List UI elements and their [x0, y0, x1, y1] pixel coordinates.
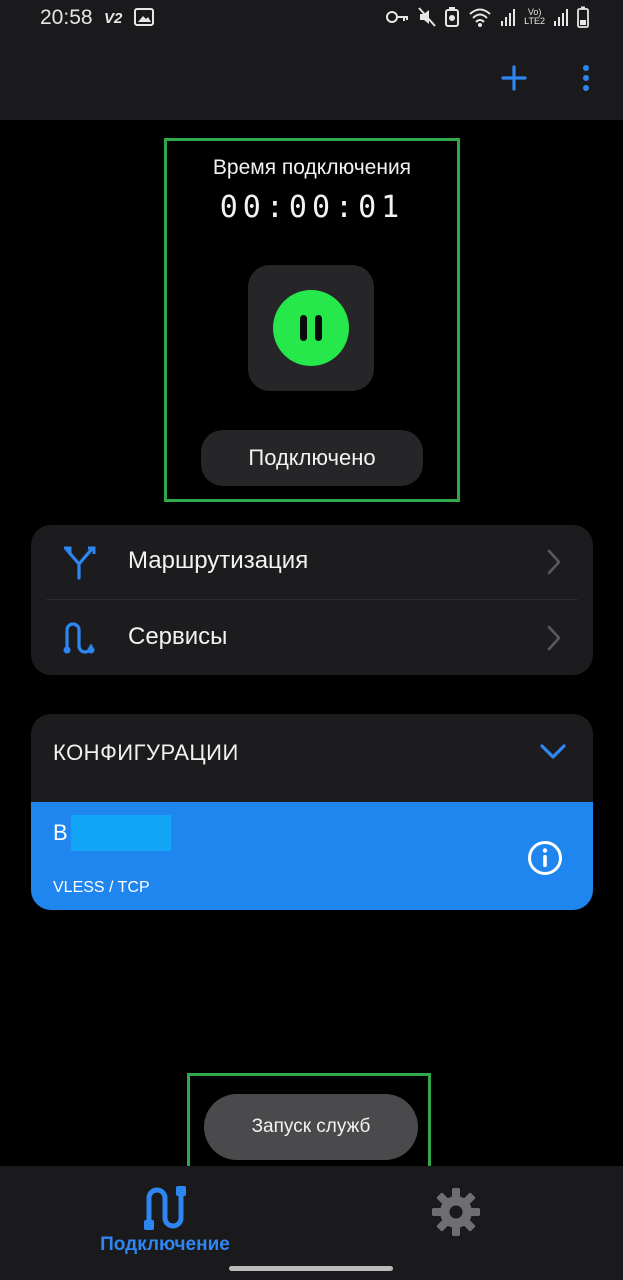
gear-icon: [432, 1188, 480, 1236]
recycle-icon: [444, 7, 460, 27]
nav-tab-connection-label: Подключение: [100, 1234, 230, 1255]
pause-icon: [300, 315, 322, 341]
mute-icon: [418, 7, 436, 27]
connection-timer: 00:00:01: [219, 190, 405, 225]
image-notification-icon: [134, 8, 154, 31]
top-app-bar: [0, 38, 623, 120]
app-badge: V2: [104, 10, 123, 27]
signal-2-icon: [553, 7, 569, 27]
configurations-card: КОНФИГУРАЦИИ B VLESS / TCP: [31, 714, 593, 910]
vpn-key-icon: [386, 9, 410, 25]
home-indicator[interactable]: [229, 1266, 393, 1271]
status-time: 20:58: [40, 6, 93, 29]
toast-message: Запуск служб: [204, 1094, 418, 1160]
add-config-button[interactable]: [498, 62, 530, 94]
nav-tab-settings[interactable]: [426, 1182, 486, 1242]
plus-icon: [501, 65, 527, 91]
status-bar: 20:58 V2 Vo) LTE2: [0, 0, 623, 38]
redacted-config-name: [71, 815, 171, 851]
connect-toggle-container: [248, 265, 374, 391]
configurations-title: КОНФИГУРАЦИИ: [53, 740, 239, 765]
config-protocol: VLESS / TCP: [53, 879, 150, 896]
signal-icon: [500, 7, 516, 27]
config-info-button[interactable]: [527, 840, 563, 876]
status-icons: Vo) LTE2: [386, 6, 589, 28]
configurations-collapse-button[interactable]: [539, 742, 567, 762]
menu-item-routing[interactable]: Маршрутизация: [31, 525, 593, 599]
connect-toggle-button[interactable]: [273, 290, 349, 366]
wifi-icon: [468, 7, 492, 27]
bottom-navigation: Подключение: [0, 1166, 623, 1280]
app-screen: 20:58 V2 Vo) LTE2 Время подключения 00:0…: [0, 0, 623, 1280]
network-label-bottom: LTE2: [524, 16, 545, 26]
services-icon: [63, 622, 95, 654]
connection-status-badge: Подключено: [201, 430, 423, 486]
menu-item-services[interactable]: Сервисы: [31, 601, 593, 675]
network-type: Vo) LTE2: [524, 8, 545, 26]
routing-icon: [64, 546, 96, 580]
nav-tab-connection[interactable]: Подключение: [70, 1174, 260, 1264]
more-vertical-icon: [583, 65, 589, 91]
connection-time-title: Время подключения: [212, 156, 412, 179]
menu-item-label: Сервисы: [128, 623, 228, 650]
info-icon: [528, 841, 562, 875]
menu-item-label: Маршрутизация: [128, 547, 309, 574]
config-name: B: [53, 820, 68, 845]
connection-tab-icon: [144, 1186, 186, 1230]
chevron-right-icon: [547, 625, 561, 651]
battery-icon: [577, 6, 589, 28]
config-item-selected[interactable]: B VLESS / TCP: [31, 802, 593, 910]
more-options-button[interactable]: [576, 62, 596, 94]
menu-divider: [46, 599, 578, 600]
features-card: Маршрутизация Сервисы: [31, 525, 593, 675]
chevron-right-icon: [547, 549, 561, 575]
chevron-down-icon: [540, 744, 566, 759]
